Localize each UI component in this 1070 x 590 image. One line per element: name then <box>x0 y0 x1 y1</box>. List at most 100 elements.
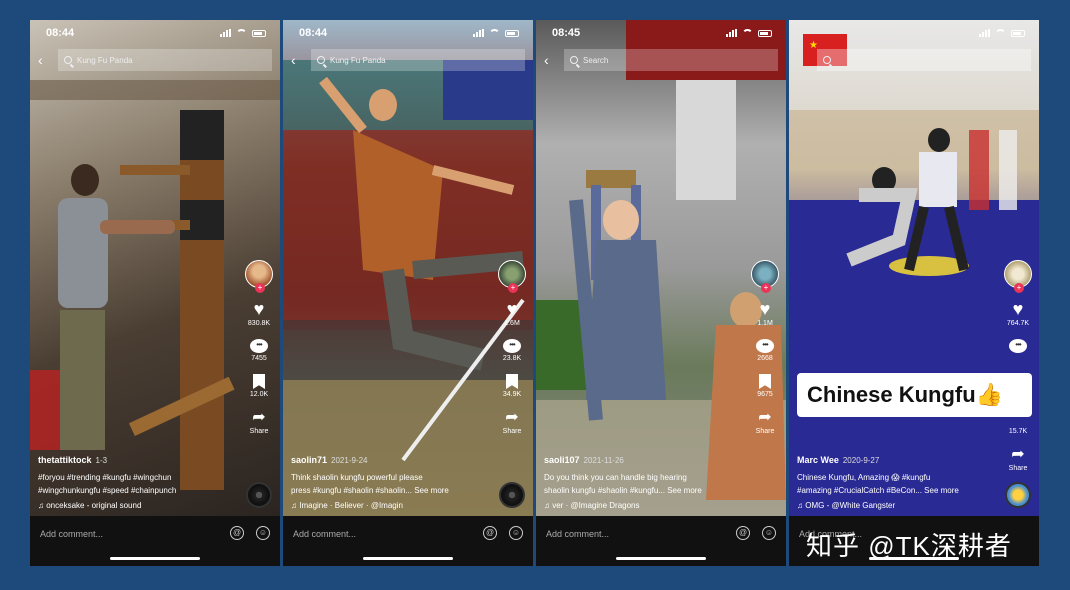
like-button[interactable]: ♥ 764.7K <box>1007 300 1029 327</box>
home-indicator <box>110 557 200 560</box>
signal-icon <box>979 29 990 37</box>
share-button[interactable]: ➦ Share <box>503 410 522 436</box>
music-line[interactable]: ♫ onceksake - original sound <box>38 501 238 510</box>
bookmark-count: 12.0K <box>249 391 269 398</box>
mention-icon[interactable]: @ <box>230 526 244 540</box>
action-rail: + ♥ 764.7K ••• <box>1001 260 1035 353</box>
search-input[interactable]: Kung Fu Panda <box>58 49 272 71</box>
like-count: 1.6M <box>504 320 520 327</box>
bookmark-button[interactable]: 9675 <box>757 374 773 398</box>
battery-icon <box>505 29 519 37</box>
video-caption: thetattiktock 1-3 #foryou #trending #kung… <box>38 455 238 510</box>
search-bar: ‹ Search <box>536 48 786 72</box>
creator-name[interactable]: Marc Wee 2020-9-27 <box>797 455 997 465</box>
wifi-icon <box>489 29 500 37</box>
back-arrow-icon[interactable]: ‹ <box>38 52 50 68</box>
share-label: Share <box>1008 465 1028 472</box>
signal-icon <box>220 29 231 37</box>
creator-name[interactable]: saolin71 2021-9-24 <box>291 455 491 465</box>
bookmark-count: 34.9K <box>502 391 522 398</box>
creator-avatar[interactable]: + <box>245 260 273 293</box>
share-button[interactable]: ➦ Share <box>1008 446 1028 473</box>
emoji-icon[interactable]: ☺ <box>509 526 523 540</box>
comment-input[interactable]: Add comment... <box>40 526 218 539</box>
search-bar: ‹ Kung Fu Panda <box>30 48 280 72</box>
creator-name[interactable]: thetattiktock 1-3 <box>38 455 238 465</box>
action-rail-lower: 15.7K ➦ Share <box>1001 424 1035 472</box>
follow-plus-icon[interactable]: + <box>508 283 518 293</box>
like-button[interactable]: ♥ 1.6M <box>504 300 520 327</box>
follow-plus-icon[interactable]: + <box>1014 283 1024 293</box>
signal-icon <box>726 29 737 37</box>
like-button[interactable]: ♥ 1.1M <box>757 300 773 327</box>
caption-line: #foryou #trending #kungfu #wingchun <box>38 473 172 482</box>
comment-count: 7455 <box>251 355 267 362</box>
status-bar <box>789 20 1039 46</box>
comment-button[interactable]: ••• 2668 <box>756 339 774 362</box>
search-icon <box>64 56 72 64</box>
music-line[interactable]: ♫ OMG - @White Gangster <box>797 501 997 510</box>
comment-icon: ••• <box>756 339 774 353</box>
mention-icon[interactable]: @ <box>483 526 497 540</box>
like-count: 1.1M <box>757 320 773 327</box>
share-button[interactable]: ➦ Share <box>755 410 775 436</box>
bookmark-button[interactable]: 15.7K <box>1009 428 1027 435</box>
music-line[interactable]: ♫ Imagine · Believer · @Imagin <box>291 501 491 510</box>
comment-button[interactable]: ••• 23.8K <box>503 339 521 362</box>
creator-avatar[interactable]: + <box>1004 260 1032 293</box>
heart-icon: ♥ <box>759 299 771 319</box>
post-date: 1-3 <box>95 456 108 465</box>
creator-name[interactable]: saoli107 2021-11-26 <box>544 455 744 465</box>
share-icon: ➦ <box>1011 446 1025 463</box>
clock: 08:44 <box>46 27 75 39</box>
post-date: 2021-9-24 <box>331 456 368 465</box>
like-button[interactable]: ♥ 830.8K <box>248 300 270 327</box>
comment-icon: ••• <box>250 339 268 353</box>
comment-icon: ••• <box>502 339 521 353</box>
music-disc-icon[interactable] <box>1005 482 1031 508</box>
bookmark-button[interactable]: 12.0K <box>250 374 268 398</box>
caption-line: #amazing #CrucialCatch #BeCon... See mor… <box>797 486 959 495</box>
phone-screen-2: 08:44 ‹ Kung Fu Panda + ♥ 1.6M ••• 23.8K… <box>283 20 533 566</box>
caption-line: Think shaolin kungfu powerful please <box>291 473 423 482</box>
back-arrow-icon[interactable]: ‹ <box>291 52 303 68</box>
battery-icon <box>1011 29 1025 37</box>
bookmark-button[interactable]: 34.9K <box>503 374 521 398</box>
comment-bar: Add comment... @ ☺ <box>536 516 786 566</box>
follow-plus-icon[interactable]: + <box>255 283 265 293</box>
comment-input[interactable]: Add comment... <box>546 526 724 539</box>
music-disc-icon[interactable] <box>499 482 525 508</box>
music-line[interactable]: ♫ ver · @Imagine Dragons <box>544 501 744 510</box>
search-bar: ‹ Kung Fu Panda <box>283 48 533 72</box>
signal-icon <box>473 29 484 37</box>
bookmark-icon <box>252 374 265 389</box>
comment-input[interactable]: Add comment... <box>293 526 471 539</box>
music-disc-icon[interactable] <box>246 482 272 508</box>
clock: 08:44 <box>299 27 328 39</box>
search-input[interactable]: Search <box>564 49 778 71</box>
status-bar: 08:44 <box>30 20 280 46</box>
comment-icon: ••• <box>1009 339 1027 353</box>
share-label: Share <box>249 428 269 435</box>
back-arrow-icon[interactable]: ‹ <box>544 52 556 68</box>
creator-avatar[interactable]: + <box>751 260 779 293</box>
search-input[interactable] <box>817 49 1031 71</box>
caption-line: Do you think you can handle big hearing <box>544 473 687 482</box>
creator-avatar[interactable]: + <box>498 260 526 293</box>
caption-line: #wingchunkungfu #speed #chainpunch <box>38 486 177 495</box>
wifi-icon <box>995 29 1006 37</box>
action-rail: + ♥ 830.8K ••• 7455 12.0K ➦ Share <box>242 260 276 435</box>
share-button[interactable]: ➦ Share <box>249 410 269 436</box>
comment-button[interactable]: ••• 7455 <box>250 339 268 362</box>
battery-icon <box>252 29 266 37</box>
search-icon <box>823 56 831 64</box>
comment-button[interactable]: ••• <box>1009 339 1027 353</box>
emoji-icon[interactable]: ☺ <box>256 526 270 540</box>
share-label: Share <box>755 428 775 435</box>
status-bar: 08:45 <box>536 20 786 46</box>
search-input[interactable]: Kung Fu Panda <box>311 49 525 71</box>
mention-icon[interactable]: @ <box>736 526 750 540</box>
phone-screen-4: ★ ‹ + ♥ 76 <box>789 20 1039 566</box>
emoji-icon[interactable]: ☺ <box>762 526 776 540</box>
follow-plus-icon[interactable]: + <box>761 283 771 293</box>
